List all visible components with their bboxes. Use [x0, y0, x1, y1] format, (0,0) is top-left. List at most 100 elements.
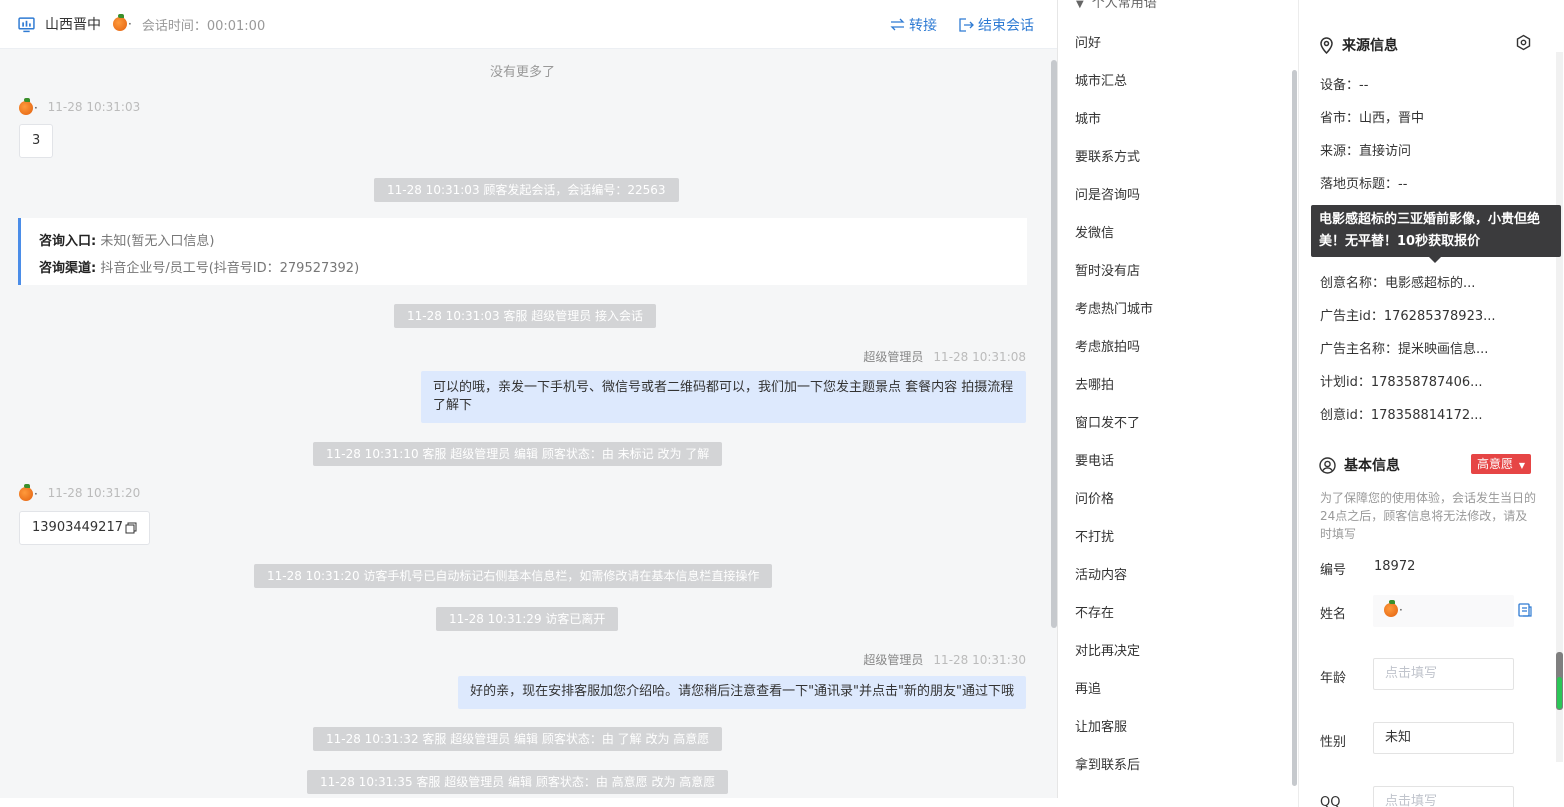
- agent-message: 好的亲，现在安排客服加您介绍哈。请您稍后注意查看一下"通讯录"并点击"新的朋友"…: [458, 676, 1026, 709]
- copy-icon[interactable]: [125, 522, 137, 534]
- quick-reply-item[interactable]: 问价格: [1075, 488, 1114, 507]
- edit-notice: 为了保障您的使用体验，会话发生当日的24点之后，顾客信息将无法修改，请及时填写: [1320, 491, 1537, 541]
- avatar-suffix: ·: [34, 486, 38, 501]
- source-info-header: 来源信息: [1319, 35, 1398, 55]
- quick-reply-item[interactable]: 不打扰: [1075, 526, 1114, 545]
- quick-reply-item[interactable]: 城市: [1075, 108, 1101, 127]
- consult-info-card: 咨询入口: 未知(暂无入口信息) 咨询渠道: 抖音企业号/员工号(抖音号ID：2…: [18, 218, 1027, 285]
- chat-scrollbar[interactable]: [1051, 60, 1057, 628]
- basic-info-title: 基本信息: [1344, 458, 1400, 474]
- name-label: 姓名: [1320, 607, 1347, 622]
- customer-name: 山西晋中: [45, 17, 101, 33]
- quick-reply-item[interactable]: 城市汇总: [1075, 70, 1127, 89]
- transfer-label: 转接: [909, 17, 937, 34]
- system-message: 11-28 10:31:03 客服 超级管理员 接入会话: [394, 304, 657, 328]
- quick-scrollbar[interactable]: [1292, 70, 1297, 786]
- customer-avatar: [19, 483, 33, 501]
- quick-reply-item[interactable]: 问是咨询吗: [1075, 184, 1140, 203]
- customer-message: 13903449217: [19, 511, 150, 545]
- quick-reply-item[interactable]: 发微信: [1075, 222, 1114, 241]
- system-message: 11-28 10:31:20 访客手机号已自动标记右侧基本信息栏，如需修改请在基…: [254, 564, 773, 588]
- source-info-title: 来源信息: [1342, 38, 1398, 54]
- location-pin-icon: [1320, 36, 1333, 54]
- eye-settings-icon[interactable]: [1515, 34, 1532, 51]
- plan-id-field: 计划id：178358787406...: [1320, 375, 1483, 390]
- quick-reply-item[interactable]: 拿到联系后: [1075, 754, 1140, 773]
- creative-name-tooltip: 电影感超标的三亚婚前影像，小贵但绝美！无平替！10秒获取报价: [1311, 205, 1561, 263]
- quick-reply-item[interactable]: 问好: [1075, 32, 1101, 51]
- quick-reply-item[interactable]: 再追: [1075, 678, 1101, 697]
- quick-group-title: 个人常用语: [1091, 0, 1157, 11]
- intent-label: 高意愿: [1477, 457, 1514, 471]
- quick-reply-item[interactable]: 要电话: [1075, 450, 1114, 469]
- basic-info-header: 基本信息: [1319, 455, 1400, 475]
- chat-header: 山西晋中 · 会话时间：00:01:00 转接 结束会话: [0, 0, 1057, 49]
- quick-reply-item[interactable]: 对比再决定: [1075, 640, 1140, 659]
- source-field: 来源：直接访问: [1320, 144, 1412, 159]
- system-message: 11-28 10:31:10 客服 超级管理员 编辑 顾客状态：由 未标记 改为…: [313, 442, 723, 466]
- quick-reply-item[interactable]: 考虑旅拍吗: [1075, 336, 1140, 355]
- avatar-suffix: ·: [128, 17, 132, 31]
- gender-label: 性别: [1320, 735, 1347, 750]
- number-label: 编号: [1320, 563, 1347, 578]
- customer-info-panel: 来源信息 设备：-- 省市：山西，晋中 来源：直接访问 落地页标题：-- 创意名…: [1298, 0, 1564, 807]
- channel-value: 抖音企业号/员工号(抖音号ID：279527392): [100, 261, 360, 276]
- user-circle-icon: [1319, 456, 1336, 474]
- chat-panel: 山西晋中 · 会话时间：00:01:00 转接 结束会话 没有更多了 · 11-…: [0, 0, 1058, 798]
- quick-reply-item[interactable]: 考虑热门城市: [1075, 298, 1153, 317]
- session-time: 会话时间：00:01:00: [141, 18, 266, 34]
- age-label: 年龄: [1320, 671, 1347, 686]
- copy-name-icon[interactable]: [1518, 603, 1532, 617]
- caret-down-icon: ▼: [1518, 461, 1525, 470]
- qq-label: QQ: [1320, 795, 1341, 807]
- creative-id-field: 创意id：178358814172...: [1320, 408, 1483, 423]
- quick-reply-item[interactable]: 窗口发不了: [1075, 412, 1140, 431]
- caret-down-icon: ▼: [1076, 0, 1084, 10]
- monitor-icon: [18, 16, 35, 32]
- agent-name: 超级管理员: [863, 350, 924, 364]
- quick-reply-item[interactable]: 不存在: [1075, 602, 1114, 621]
- qq-input[interactable]: 点击填写: [1373, 786, 1514, 807]
- creative-name-field[interactable]: 创意名称：电影感超标的...: [1320, 272, 1475, 291]
- quick-group-header[interactable]: ▼ 个人常用语: [1076, 0, 1157, 11]
- system-message: 11-28 10:31:35 客服 超级管理员 编辑 顾客状态：由 高意愿 改为…: [307, 770, 729, 794]
- transfer-button[interactable]: 转接: [890, 15, 937, 35]
- info-scrollbar[interactable]: [1556, 52, 1563, 762]
- avatar-suffix: ·: [34, 100, 38, 115]
- message-time: 11-28 10:31:08: [933, 350, 1026, 364]
- quick-reply-item[interactable]: 活动内容: [1075, 564, 1127, 583]
- avatar-suffix: ·: [1399, 603, 1403, 617]
- end-session-label: 结束会话: [978, 17, 1034, 34]
- entry-value: 未知(暂无入口信息): [100, 234, 215, 249]
- transfer-icon: [890, 18, 905, 31]
- customer-avatar: [113, 14, 127, 31]
- number-value: 18972: [1374, 559, 1416, 574]
- gender-select[interactable]: 未知: [1373, 722, 1514, 754]
- customer-avatar: [1384, 600, 1398, 617]
- name-field[interactable]: ·: [1373, 595, 1514, 627]
- agent-message-meta: 超级管理员 11-28 10:31:30: [863, 651, 1026, 668]
- intent-dropdown[interactable]: 高意愿 ▼: [1471, 454, 1531, 474]
- logout-icon: [959, 17, 974, 32]
- customer-avatar: [19, 97, 33, 115]
- landing-title-field: 落地页标题：--: [1320, 177, 1408, 192]
- entry-label: 咨询入口:: [39, 234, 97, 249]
- channel-label: 咨询渠道:: [39, 261, 97, 276]
- system-message: 11-28 10:31:29 访客已离开: [436, 607, 619, 631]
- phone-number: 13903449217: [32, 520, 123, 535]
- age-input[interactable]: 点击填写: [1373, 658, 1514, 690]
- scroll-indicator: [1557, 677, 1562, 709]
- advertiser-id-field: 广告主id：176285378923...: [1320, 309, 1496, 324]
- message-time: 11-28 10:31:03: [47, 100, 141, 114]
- quick-reply-item[interactable]: 要联系方式: [1075, 146, 1140, 165]
- customer-message: 3: [19, 124, 54, 158]
- quick-reply-item[interactable]: 暂时没有店: [1075, 260, 1140, 279]
- quick-reply-item[interactable]: 让加客服: [1075, 716, 1127, 735]
- message-time: 11-28 10:31:20: [47, 486, 141, 500]
- province-field: 省市：山西，晋中: [1320, 111, 1425, 126]
- device-field: 设备：--: [1320, 78, 1369, 93]
- quick-reply-item[interactable]: 去哪拍: [1075, 374, 1114, 393]
- agent-message-meta: 超级管理员 11-28 10:31:08: [863, 348, 1026, 365]
- end-session-button[interactable]: 结束会话: [959, 15, 1034, 35]
- customer-message-meta: · 11-28 10:31:03: [19, 97, 141, 115]
